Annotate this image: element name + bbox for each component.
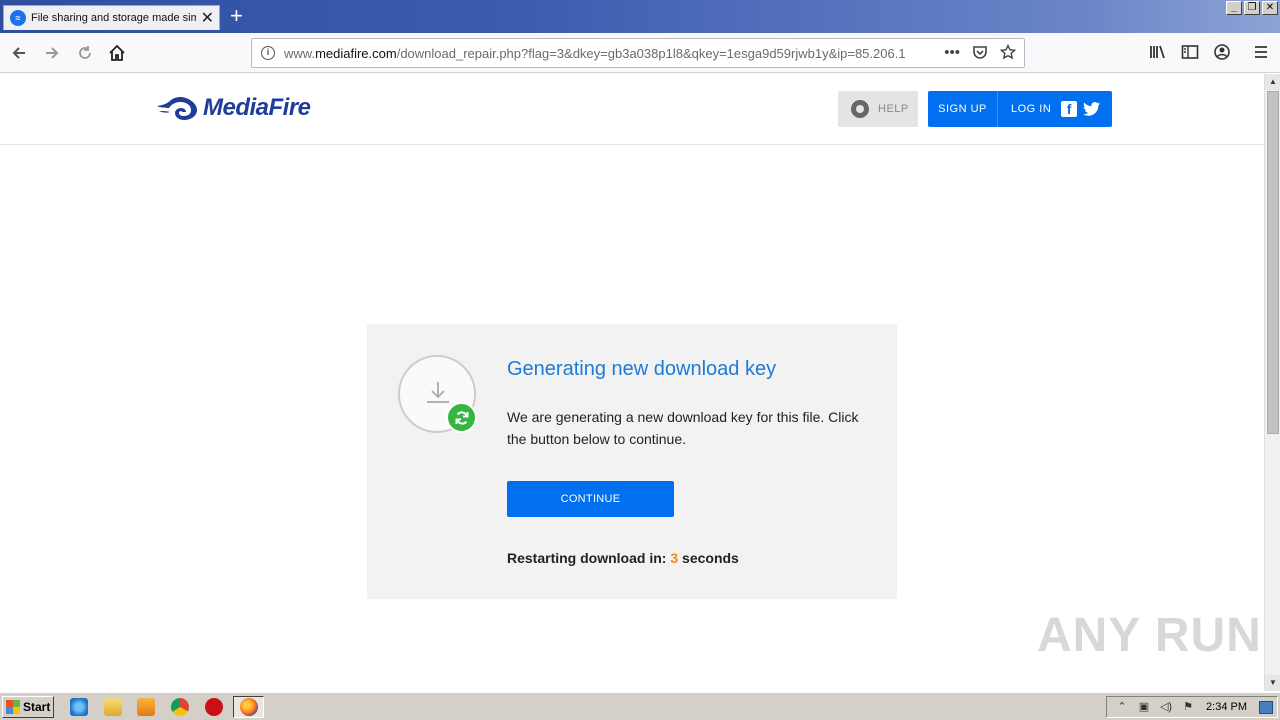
chrome-icon[interactable] xyxy=(171,698,189,716)
site-header: MediaFire HELP SIGN UP LOG IN f xyxy=(0,74,1264,145)
folder-icon[interactable] xyxy=(104,698,122,716)
windows-taskbar: Start ⌃ ▣ ◁) ⚑ 2:34 PM xyxy=(0,692,1280,720)
help-label: HELP xyxy=(878,103,909,115)
sidebar-icon[interactable] xyxy=(1179,41,1201,63)
scroll-down-icon[interactable]: ▼ xyxy=(1265,675,1280,691)
opera-icon[interactable] xyxy=(205,698,223,716)
menu-hamburger-icon[interactable] xyxy=(1250,41,1272,63)
clock[interactable]: 2:34 PM xyxy=(1206,701,1247,713)
back-button[interactable] xyxy=(7,41,31,65)
home-icon xyxy=(109,44,125,61)
download-key-card: Generating new download key We are gener… xyxy=(367,324,897,599)
countdown-suffix: seconds xyxy=(678,550,739,566)
refresh-icon xyxy=(446,402,477,433)
volume-icon[interactable]: ◁) xyxy=(1159,700,1173,714)
tray-expand-icon[interactable]: ⌃ xyxy=(1115,700,1129,714)
countdown-text: Restarting download in: 3 seconds xyxy=(507,550,739,566)
url-actions: ••• xyxy=(944,44,1016,61)
media-player-icon[interactable] xyxy=(137,698,155,716)
home-button[interactable] xyxy=(105,41,129,65)
lifebuoy-icon xyxy=(851,100,869,118)
card-title: Generating new download key xyxy=(507,358,777,380)
help-button[interactable]: HELP xyxy=(838,91,918,127)
scroll-up-icon[interactable]: ▲ xyxy=(1265,74,1280,90)
system-tray: ⌃ ▣ ◁) ⚑ 2:34 PM xyxy=(1106,696,1278,718)
windows-logo-icon xyxy=(6,700,20,714)
start-label: Start xyxy=(23,700,51,714)
firefox-taskbar-button[interactable] xyxy=(233,696,264,718)
minimize-button[interactable]: _ xyxy=(1226,1,1242,15)
tab-title: File sharing and storage made simple xyxy=(31,12,196,24)
back-arrow-icon xyxy=(12,47,25,59)
forward-button[interactable] xyxy=(40,41,64,65)
page-actions-icon[interactable]: ••• xyxy=(944,44,960,61)
window-controls: _ ❐ ✕ xyxy=(1226,1,1278,15)
mediafire-logo[interactable]: MediaFire xyxy=(155,94,311,122)
reload-button[interactable] xyxy=(73,41,97,65)
internet-explorer-icon[interactable] xyxy=(70,698,88,716)
anyrun-watermark: ANY RUN xyxy=(1037,609,1262,662)
page-content: MediaFire HELP SIGN UP LOG IN f Generati… xyxy=(0,74,1264,691)
bookmark-star-icon[interactable] xyxy=(1000,44,1016,60)
mediafire-favicon-icon: ≈ xyxy=(10,10,26,26)
logo-text: MediaFire xyxy=(203,94,311,121)
library-icon[interactable] xyxy=(1147,41,1169,63)
address-bar[interactable]: i www.mediafire.com/download_repair.php?… xyxy=(251,38,1025,68)
continue-button[interactable]: CONTINUE xyxy=(507,481,674,517)
url-text[interactable]: www.mediafire.com/download_repair.php?fl… xyxy=(284,46,909,61)
sign-up-button[interactable]: SIGN UP xyxy=(928,91,998,127)
card-description: We are generating a new download key for… xyxy=(507,409,859,447)
url-path: /download_repair.php?flag=3&dkey=gb3a038… xyxy=(396,45,906,61)
url-prefix: www. xyxy=(284,45,316,61)
restore-button[interactable]: ❐ xyxy=(1244,1,1260,15)
download-arrow-icon xyxy=(427,382,449,403)
close-window-button[interactable]: ✕ xyxy=(1262,1,1278,15)
url-domain: mediafire.com xyxy=(315,45,397,61)
vertical-scrollbar[interactable]: ▲ ▼ xyxy=(1264,74,1280,691)
log-in-button[interactable]: LOG IN f xyxy=(998,91,1101,127)
twitter-icon[interactable] xyxy=(1083,101,1101,117)
mediafire-flame-icon xyxy=(157,96,197,120)
scroll-thumb[interactable] xyxy=(1267,91,1279,434)
firefox-icon xyxy=(240,698,258,716)
countdown-value: 3 xyxy=(670,550,679,566)
action-center-flag-icon[interactable]: ⚑ xyxy=(1181,700,1195,714)
forward-arrow-icon xyxy=(46,47,59,59)
auth-button-group: SIGN UP LOG IN f xyxy=(928,91,1112,127)
account-icon[interactable] xyxy=(1211,41,1233,63)
facebook-icon[interactable]: f xyxy=(1061,101,1078,117)
new-tab-button[interactable]: + xyxy=(230,3,243,29)
site-info-icon[interactable]: i xyxy=(261,46,275,60)
browser-tab[interactable]: ≈ File sharing and storage made simple ✕ xyxy=(3,5,220,30)
countdown-prefix: Restarting download in: xyxy=(507,550,671,566)
log-in-label: LOG IN xyxy=(1011,103,1052,115)
tab-strip: ≈ File sharing and storage made simple ✕… xyxy=(0,0,1280,33)
pocket-icon[interactable] xyxy=(972,44,988,60)
reload-icon xyxy=(79,46,91,59)
navigation-toolbar: i www.mediafire.com/download_repair.php?… xyxy=(0,33,1280,73)
start-button[interactable]: Start xyxy=(2,696,54,718)
tab-close-icon[interactable]: ✕ xyxy=(201,8,214,28)
show-desktop-icon[interactable] xyxy=(1259,701,1273,714)
network-icon[interactable]: ▣ xyxy=(1137,700,1151,714)
